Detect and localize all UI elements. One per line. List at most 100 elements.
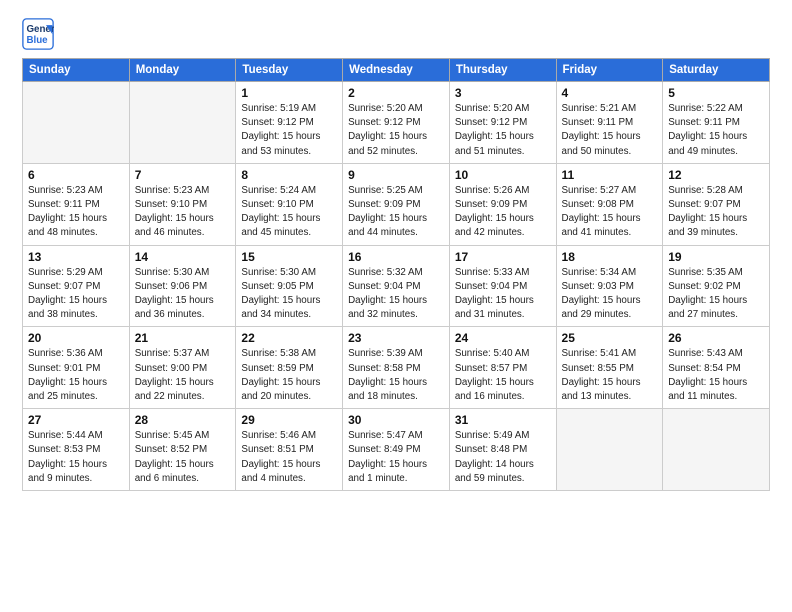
day-number: 14 — [135, 250, 231, 264]
calendar-cell — [556, 409, 663, 491]
weekday-header-thursday: Thursday — [449, 59, 556, 82]
day-number: 16 — [348, 250, 444, 264]
calendar-cell: 9Sunrise: 5:25 AM Sunset: 9:09 PM Daylig… — [343, 163, 450, 245]
cell-info: Sunrise: 5:39 AM Sunset: 8:58 PM Dayligh… — [348, 347, 444, 404]
cell-info: Sunrise: 5:29 AM Sunset: 9:07 PM Dayligh… — [28, 266, 124, 323]
cell-info: Sunrise: 5:40 AM Sunset: 8:57 PM Dayligh… — [455, 347, 551, 404]
calendar-cell: 11Sunrise: 5:27 AM Sunset: 9:08 PM Dayli… — [556, 163, 663, 245]
cell-info: Sunrise: 5:27 AM Sunset: 9:08 PM Dayligh… — [562, 184, 658, 241]
calendar-week-3: 13 Sunrise: 5:29 AM Sunset: 9:07 PM Dayli… — [23, 245, 770, 327]
calendar-week-5: 27 Sunrise: 5:44 AM Sunset: 8:53 PM Dayli… — [23, 409, 770, 491]
calendar-cell: 22 Sunrise: 5:38 AM Sunset: 8:59 PM Dayli… — [236, 327, 343, 409]
day-number: 28 — [135, 413, 231, 427]
calendar-cell: 19 Sunrise: 5:35 AM Sunset: 9:02 PM Dayli… — [663, 245, 770, 327]
calendar-cell: 18 Sunrise: 5:34 AM Sunset: 9:03 PM Dayli… — [556, 245, 663, 327]
cell-info: Sunrise: 5:21 AM Sunset: 9:11 PM Dayligh… — [562, 102, 658, 159]
day-number: 25 — [562, 331, 658, 345]
cell-info: Sunrise: 5:45 AM Sunset: 8:52 PM Dayligh… — [135, 429, 231, 486]
cell-info: Sunrise: 5:30 AM Sunset: 9:05 PM Dayligh… — [241, 266, 337, 323]
calendar-cell: 29 Sunrise: 5:46 AM Sunset: 8:51 PM Dayli… — [236, 409, 343, 491]
day-number: 2 — [348, 86, 444, 100]
cell-info: Sunrise: 5:32 AM Sunset: 9:04 PM Dayligh… — [348, 266, 444, 323]
calendar-cell: 31 Sunrise: 5:49 AM Sunset: 8:48 PM Dayli… — [449, 409, 556, 491]
svg-text:Blue: Blue — [26, 35, 48, 46]
day-number: 21 — [135, 331, 231, 345]
calendar-cell: 23Sunrise: 5:39 AM Sunset: 8:58 PM Dayli… — [343, 327, 450, 409]
day-number: 12 — [668, 168, 764, 182]
cell-info: Sunrise: 5:24 AM Sunset: 9:10 PM Dayligh… — [241, 184, 337, 241]
calendar-cell: 30Sunrise: 5:47 AM Sunset: 8:49 PM Dayli… — [343, 409, 450, 491]
cell-info: Sunrise: 5:23 AM Sunset: 9:10 PM Dayligh… — [135, 184, 231, 241]
logo-icon: General Blue — [22, 18, 54, 50]
calendar-cell: 5 Sunrise: 5:22 AM Sunset: 9:11 PM Daylig… — [663, 82, 770, 164]
day-number: 27 — [28, 413, 124, 427]
calendar-cell: 21 Sunrise: 5:37 AM Sunset: 9:00 PM Dayli… — [129, 327, 236, 409]
cell-info: Sunrise: 5:34 AM Sunset: 9:03 PM Dayligh… — [562, 266, 658, 323]
calendar-cell: 13 Sunrise: 5:29 AM Sunset: 9:07 PM Dayli… — [23, 245, 130, 327]
cell-info: Sunrise: 5:43 AM Sunset: 8:54 PM Dayligh… — [668, 347, 764, 404]
day-number: 5 — [668, 86, 764, 100]
calendar-cell: 3Sunrise: 5:20 AM Sunset: 9:12 PM Daylig… — [449, 82, 556, 164]
day-number: 26 — [668, 331, 764, 345]
calendar-cell — [663, 409, 770, 491]
day-number: 20 — [28, 331, 124, 345]
calendar-week-1: 1 Sunrise: 5:19 AM Sunset: 9:12 PM Daylig… — [23, 82, 770, 164]
calendar-cell: 1 Sunrise: 5:19 AM Sunset: 9:12 PM Daylig… — [236, 82, 343, 164]
cell-info: Sunrise: 5:25 AM Sunset: 9:09 PM Dayligh… — [348, 184, 444, 241]
day-number: 8 — [241, 168, 337, 182]
calendar-cell: 25 Sunrise: 5:41 AM Sunset: 8:55 PM Dayli… — [556, 327, 663, 409]
calendar-cell: 17 Sunrise: 5:33 AM Sunset: 9:04 PM Dayli… — [449, 245, 556, 327]
calendar-cell: 24 Sunrise: 5:40 AM Sunset: 8:57 PM Dayli… — [449, 327, 556, 409]
cell-info: Sunrise: 5:20 AM Sunset: 9:12 PM Dayligh… — [348, 102, 444, 159]
calendar-cell: 15 Sunrise: 5:30 AM Sunset: 9:05 PM Dayli… — [236, 245, 343, 327]
day-number: 4 — [562, 86, 658, 100]
cell-info: Sunrise: 5:37 AM Sunset: 9:00 PM Dayligh… — [135, 347, 231, 404]
cell-info: Sunrise: 5:23 AM Sunset: 9:11 PM Dayligh… — [28, 184, 124, 241]
calendar-cell: 16 Sunrise: 5:32 AM Sunset: 9:04 PM Dayli… — [343, 245, 450, 327]
calendar-week-4: 20 Sunrise: 5:36 AM Sunset: 9:01 PM Dayli… — [23, 327, 770, 409]
cell-info: Sunrise: 5:38 AM Sunset: 8:59 PM Dayligh… — [241, 347, 337, 404]
cell-info: Sunrise: 5:46 AM Sunset: 8:51 PM Dayligh… — [241, 429, 337, 486]
calendar-cell: 26 Sunrise: 5:43 AM Sunset: 8:54 PM Dayli… — [663, 327, 770, 409]
cell-info: Sunrise: 5:49 AM Sunset: 8:48 PM Dayligh… — [455, 429, 551, 486]
calendar-table: SundayMondayTuesdayWednesdayThursdayFrid… — [22, 58, 770, 491]
day-number: 13 — [28, 250, 124, 264]
cell-info: Sunrise: 5:19 AM Sunset: 9:12 PM Dayligh… — [241, 102, 337, 159]
calendar-cell: 10Sunrise: 5:26 AM Sunset: 9:09 PM Dayli… — [449, 163, 556, 245]
calendar-cell: 20 Sunrise: 5:36 AM Sunset: 9:01 PM Dayli… — [23, 327, 130, 409]
calendar-cell: 2 Sunrise: 5:20 AM Sunset: 9:12 PM Daylig… — [343, 82, 450, 164]
cell-info: Sunrise: 5:30 AM Sunset: 9:06 PM Dayligh… — [135, 266, 231, 323]
header: General Blue — [22, 18, 770, 50]
day-number: 15 — [241, 250, 337, 264]
day-number: 17 — [455, 250, 551, 264]
cell-info: Sunrise: 5:33 AM Sunset: 9:04 PM Dayligh… — [455, 266, 551, 323]
calendar-cell: 12 Sunrise: 5:28 AM Sunset: 9:07 PM Dayli… — [663, 163, 770, 245]
calendar-week-2: 6 Sunrise: 5:23 AM Sunset: 9:11 PM Daylig… — [23, 163, 770, 245]
day-number: 18 — [562, 250, 658, 264]
cell-info: Sunrise: 5:26 AM Sunset: 9:09 PM Dayligh… — [455, 184, 551, 241]
cell-info: Sunrise: 5:28 AM Sunset: 9:07 PM Dayligh… — [668, 184, 764, 241]
cell-info: Sunrise: 5:36 AM Sunset: 9:01 PM Dayligh… — [28, 347, 124, 404]
day-number: 29 — [241, 413, 337, 427]
calendar-cell: 14 Sunrise: 5:30 AM Sunset: 9:06 PM Dayli… — [129, 245, 236, 327]
day-number: 19 — [668, 250, 764, 264]
day-number: 24 — [455, 331, 551, 345]
weekday-header-wednesday: Wednesday — [343, 59, 450, 82]
weekday-header-sunday: Sunday — [23, 59, 130, 82]
weekday-header-monday: Monday — [129, 59, 236, 82]
calendar-cell — [23, 82, 130, 164]
day-number: 22 — [241, 331, 337, 345]
day-number: 6 — [28, 168, 124, 182]
day-number: 3 — [455, 86, 551, 100]
cell-info: Sunrise: 5:35 AM Sunset: 9:02 PM Dayligh… — [668, 266, 764, 323]
cell-info: Sunrise: 5:41 AM Sunset: 8:55 PM Dayligh… — [562, 347, 658, 404]
calendar-cell: 7 Sunrise: 5:23 AM Sunset: 9:10 PM Daylig… — [129, 163, 236, 245]
calendar-cell — [129, 82, 236, 164]
weekday-header-friday: Friday — [556, 59, 663, 82]
cell-info: Sunrise: 5:44 AM Sunset: 8:53 PM Dayligh… — [28, 429, 124, 486]
day-number: 7 — [135, 168, 231, 182]
calendar-cell: 6 Sunrise: 5:23 AM Sunset: 9:11 PM Daylig… — [23, 163, 130, 245]
day-number: 31 — [455, 413, 551, 427]
day-number: 1 — [241, 86, 337, 100]
cell-info: Sunrise: 5:22 AM Sunset: 9:11 PM Dayligh… — [668, 102, 764, 159]
